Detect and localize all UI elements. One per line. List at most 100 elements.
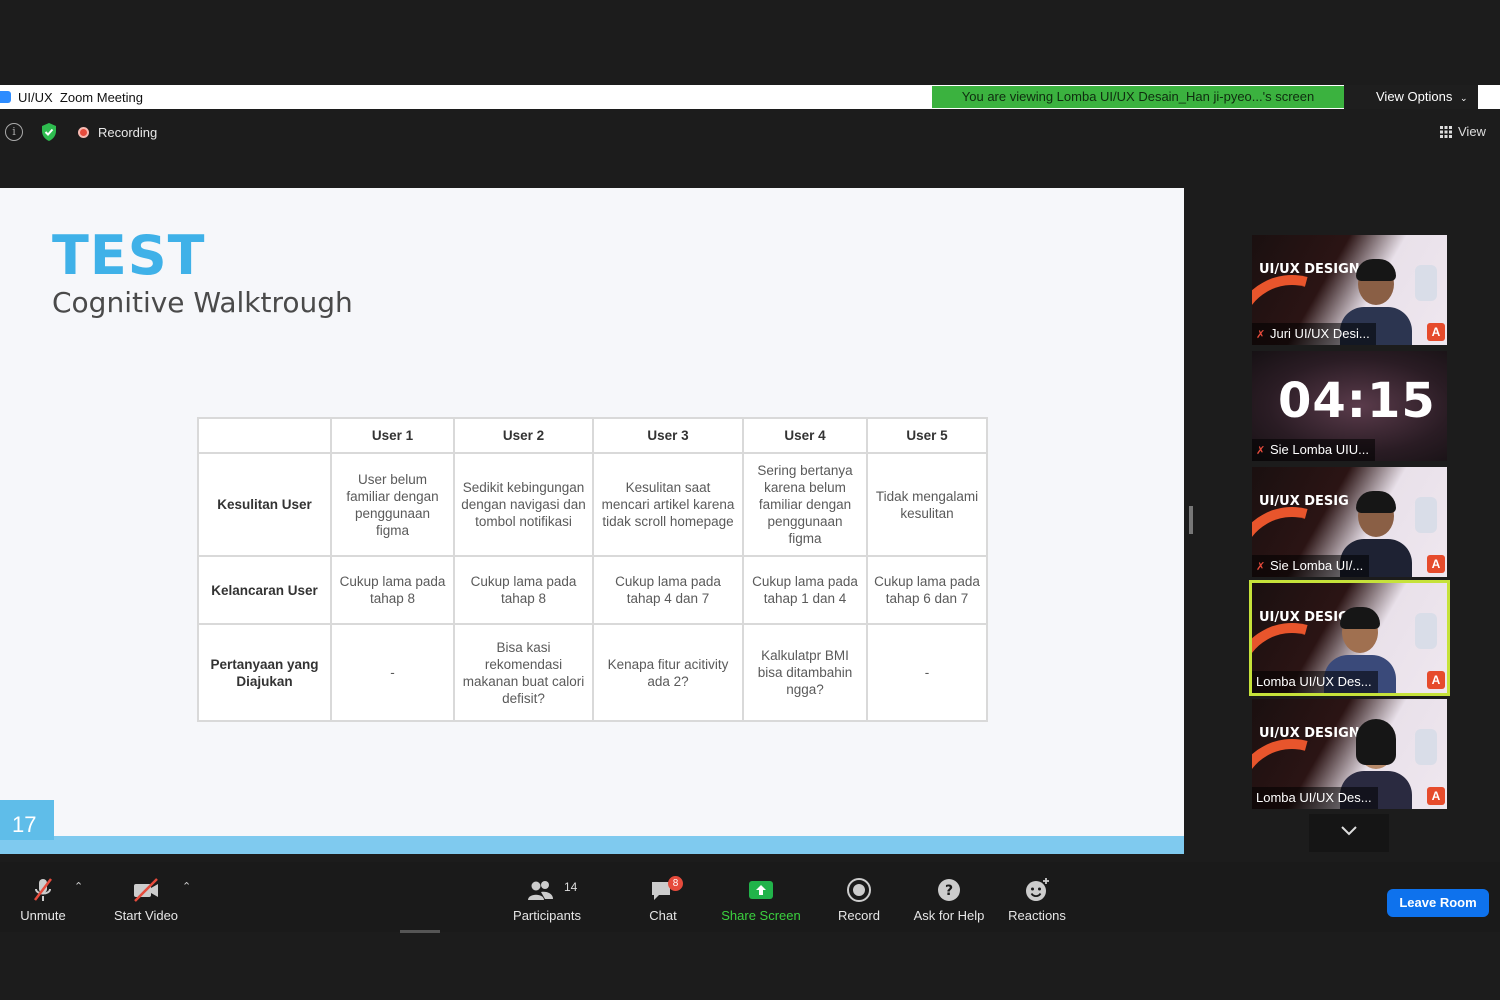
- ask-for-help-label: Ask for Help: [913, 908, 985, 923]
- participant-name: Lomba UI/UX Des...: [1252, 671, 1378, 693]
- event-badge-icon: A: [1427, 555, 1445, 573]
- participant-tile[interactable]: UI/UX DESIGN A ✗ Juri UI/UX Desi...: [1252, 235, 1447, 345]
- column-header: [197, 417, 332, 454]
- svg-text:?: ?: [945, 883, 953, 899]
- event-badge-icon: A: [1427, 787, 1445, 805]
- participant-tile[interactable]: UI/UX DESIG A ✗ Sie Lomba UI/...: [1252, 467, 1447, 577]
- slide-heading: TEST: [52, 224, 206, 287]
- reactions-button[interactable]: Reactions: [1006, 876, 1068, 923]
- microphone-muted-icon: [34, 878, 52, 901]
- table-cell: Cukup lama pada tahap 1 dan 4: [742, 555, 868, 625]
- start-video-button[interactable]: Start Video: [110, 876, 182, 923]
- table-row: Kelancaran User Cukup lama pada tahap 8 …: [197, 555, 988, 625]
- table-cell: Tidak mengalami kesulitan: [866, 452, 988, 557]
- view-label: View: [1458, 124, 1486, 139]
- table-cell: Bisa kasi rekomendasi makanan buat calor…: [453, 623, 594, 722]
- table-cell: Cukup lama pada tahap 8: [453, 555, 594, 625]
- info-icon[interactable]: i: [5, 123, 23, 141]
- robot-illustration: [1415, 613, 1437, 649]
- table-cell: -: [330, 623, 455, 722]
- chat-button[interactable]: 8 Chat: [640, 876, 686, 923]
- row-header: Pertanyaan yang Diajukan: [197, 623, 332, 722]
- mic-muted-icon: ✗: [1256, 445, 1266, 457]
- table-cell: Cukup lama pada tahap 8: [330, 555, 455, 625]
- record-button[interactable]: Record: [836, 876, 882, 923]
- column-header: User 5: [866, 417, 988, 454]
- participant-name: ✗ Juri UI/UX Desi...: [1252, 323, 1376, 345]
- unmute-button[interactable]: Unmute: [12, 876, 74, 923]
- start-video-label: Start Video: [113, 908, 179, 923]
- column-header: User 4: [742, 417, 868, 454]
- participants-button[interactable]: 14 Participants: [510, 876, 584, 923]
- participants-count: 14: [564, 880, 578, 894]
- grid-view-icon: [1440, 126, 1452, 138]
- zoom-meeting-window: UI/UX Zoom Meeting You are viewing Lomba…: [0, 0, 1500, 1000]
- record-icon: [847, 878, 871, 902]
- recording-label: Recording: [98, 125, 158, 140]
- table-cell: Sering bertanya karena belum familiar de…: [742, 452, 868, 557]
- active-speaker-tile[interactable]: UI/UX DESIGN A Lomba UI/UX Des...: [1249, 580, 1450, 696]
- screen-share-banner: You are viewing Lomba UI/UX Desain_Han j…: [932, 86, 1344, 108]
- table-cell: -: [866, 623, 988, 722]
- column-header: User 3: [592, 417, 744, 454]
- table-cell: Cukup lama pada tahap 6 dan 7: [866, 555, 988, 625]
- slide-footer-bar: [0, 836, 1184, 854]
- participant-tile[interactable]: UI/UX DESIGN A Lomba UI/UX Des...: [1252, 699, 1447, 809]
- scroll-participants-down-button[interactable]: [1309, 814, 1389, 852]
- event-logo: UI/UX DESIG: [1259, 494, 1349, 509]
- table-cell: Sedikit kebingungan dengan navigasi dan …: [453, 452, 594, 557]
- robot-illustration: [1415, 497, 1437, 533]
- countdown-timer: 04:15: [1278, 373, 1436, 429]
- shared-screen-slide: TEST Cognitive Walktrough User 1 User 2 …: [0, 188, 1184, 854]
- participants-label: Participants: [513, 908, 581, 923]
- participant-name: Lomba UI/UX Des...: [1252, 787, 1378, 809]
- share-screen-button[interactable]: Share Screen: [718, 876, 804, 923]
- video-options-caret-icon[interactable]: ⌃: [182, 880, 191, 893]
- chevron-down-icon: [1341, 826, 1357, 836]
- table-cell: Cukup lama pada tahap 4 dan 7: [592, 555, 744, 625]
- participant-name: ✗ Sie Lomba UI/...: [1252, 555, 1370, 577]
- robot-illustration: [1415, 729, 1437, 765]
- unmute-label: Unmute: [20, 908, 66, 923]
- column-header: User 2: [453, 417, 594, 454]
- audio-options-caret-icon[interactable]: ⌃: [74, 880, 83, 893]
- share-screen-icon: [749, 881, 773, 899]
- panel-resize-handle[interactable]: [1189, 506, 1193, 534]
- participant-name: ✗ Sie Lomba UIU...: [1252, 439, 1375, 461]
- toolbar-divider: [400, 930, 440, 933]
- table-cell: Kesulitan saat mencari artikel karena ti…: [592, 452, 744, 557]
- participant-tile[interactable]: 04:15 ✗ Sie Lomba UIU...: [1252, 351, 1447, 461]
- table-row: Kesulitan User User belum familiar denga…: [197, 452, 988, 557]
- zoom-app-icon: [0, 91, 11, 103]
- share-screen-label: Share Screen: [721, 908, 801, 923]
- reactions-smiley-icon: [1026, 878, 1049, 901]
- view-options-button[interactable]: View Options ⌄: [1344, 85, 1478, 109]
- table-cell: User belum familiar dengan penggunaan fi…: [330, 452, 455, 557]
- window-title: UI/UX Zoom Meeting: [18, 90, 143, 105]
- row-header: Kelancaran User: [197, 555, 332, 625]
- ask-for-help-button[interactable]: ? Ask for Help: [910, 876, 988, 923]
- view-options-label: View Options: [1376, 89, 1453, 104]
- reactions-label: Reactions: [1008, 908, 1066, 923]
- event-badge-icon: A: [1427, 323, 1445, 341]
- help-question-icon: ?: [938, 879, 960, 901]
- cognitive-walkthrough-table: User 1 User 2 User 3 User 4 User 5 Kesul…: [197, 417, 988, 722]
- leave-room-button[interactable]: Leave Room: [1387, 889, 1489, 917]
- table-header-row: User 1 User 2 User 3 User 4 User 5: [197, 417, 988, 454]
- chat-label: Chat: [649, 908, 677, 923]
- security-shield-icon[interactable]: [40, 122, 58, 142]
- recording-indicator-icon: [78, 127, 89, 138]
- chat-unread-badge: 8: [668, 876, 683, 891]
- mic-muted-icon: ✗: [1256, 329, 1266, 341]
- record-label: Record: [838, 908, 880, 923]
- row-header: Kesulitan User: [197, 452, 332, 557]
- table-row: Pertanyaan yang Diajukan - Bisa kasi rek…: [197, 623, 988, 722]
- robot-illustration: [1415, 265, 1437, 301]
- mic-muted-icon: ✗: [1256, 561, 1266, 573]
- event-badge-icon: A: [1427, 671, 1445, 689]
- column-header: User 1: [330, 417, 455, 454]
- view-button[interactable]: View: [1432, 120, 1494, 144]
- slide-page-number: 17: [0, 800, 54, 840]
- slide-subheading: Cognitive Walktrough: [52, 286, 353, 319]
- chevron-down-icon: ⌄: [1459, 93, 1468, 103]
